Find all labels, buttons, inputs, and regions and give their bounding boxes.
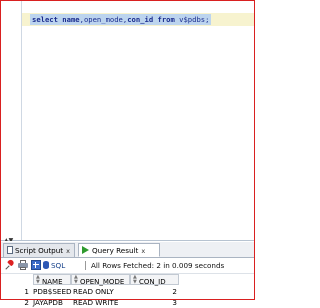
toolbar-separator xyxy=(85,261,86,270)
close-icon[interactable]: x xyxy=(141,247,145,255)
row-number: 1 xyxy=(24,287,29,296)
print-icon[interactable] xyxy=(18,260,28,270)
table-row[interactable]: 2 JAYAPDB READ WRITE 3 xyxy=(1,297,254,308)
cell-con-id[interactable]: 3 xyxy=(131,297,177,308)
sort-icon: ▲ ▼ xyxy=(36,274,40,285)
tab-script-output[interactable]: Script Output x xyxy=(3,243,75,257)
cell-open-mode[interactable]: READ ONLY xyxy=(73,286,114,297)
row-number: 2 xyxy=(24,298,29,307)
close-icon[interactable]: x xyxy=(66,247,70,255)
sort-icon: ▲ ▼ xyxy=(133,274,137,285)
run-arrow-icon xyxy=(82,246,89,254)
sort-icon: ▲ ▼ xyxy=(74,274,78,285)
sql-column-open-mode: open_mode xyxy=(83,15,123,24)
cell-name[interactable]: JAYAPDB xyxy=(33,297,63,308)
column-header-name[interactable]: ▲ ▼ NAME xyxy=(33,274,71,286)
database-icon xyxy=(43,261,49,269)
pin-icon[interactable] xyxy=(5,258,15,270)
column-header-con-id[interactable]: ▲ ▼ CON_ID xyxy=(130,274,179,286)
grid-icon[interactable] xyxy=(31,260,41,270)
grid-header: ▲ ▼ NAME ▲ ▼ OPEN_MODE ▲ ▼ CON_ID xyxy=(1,274,254,286)
tab-label: Query Result xyxy=(92,246,139,255)
script-output-icon xyxy=(7,246,13,254)
sql-button-label: SQL xyxy=(51,261,66,270)
sql-keyword-from: from xyxy=(157,15,175,24)
line-number-gutter xyxy=(1,1,22,241)
cell-name[interactable]: PDB$SEED xyxy=(33,286,72,297)
column-header-open-mode[interactable]: ▲ ▼ OPEN_MODE xyxy=(71,274,130,286)
cell-con-id[interactable]: 2 xyxy=(131,286,177,297)
table-row[interactable]: 1 PDB$SEED READ ONLY 2 xyxy=(1,286,254,297)
results-tab-bar: Script Output x Query Result x xyxy=(1,242,254,258)
sql-keyword-select: select xyxy=(32,15,58,24)
cell-open-mode[interactable]: READ WRITE xyxy=(73,297,118,308)
sql-column-name: name xyxy=(62,15,80,24)
sql-editor[interactable]: select name,open_mode,con_id from v$pdbs… xyxy=(1,1,254,241)
tab-query-result[interactable]: Query Result x xyxy=(78,243,160,257)
sql-column-con-id: con_id xyxy=(127,15,154,24)
sql-button[interactable]: SQL xyxy=(43,259,65,272)
sql-statement[interactable]: select name,open_mode,con_id from v$pdbs… xyxy=(30,14,212,25)
result-grid[interactable]: ▲ ▼ NAME ▲ ▼ OPEN_MODE ▲ ▼ CON_ID 1 PDB$SEED R… xyxy=(1,274,254,307)
sql-table-name: v$pdbs; xyxy=(179,15,210,24)
results-toolbar: SQL All Rows Fetched: 2 in 0.009 seconds xyxy=(1,258,254,274)
fetch-status: All Rows Fetched: 2 in 0.009 seconds xyxy=(91,261,225,270)
tab-label: Script Output xyxy=(15,246,64,255)
results-panel: Script Output x Query Result x SQL All Row… xyxy=(1,241,254,307)
